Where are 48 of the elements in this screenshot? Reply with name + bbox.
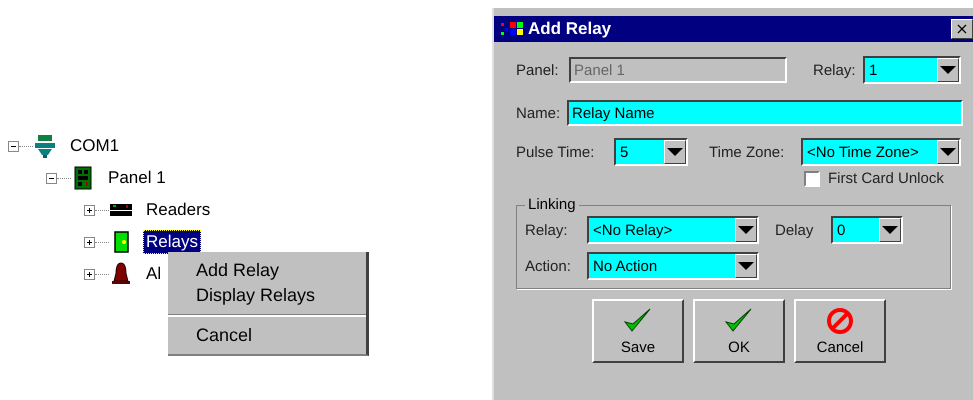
tree-item[interactable]: COM1	[67, 134, 122, 158]
dialog-button[interactable]: OK	[693, 299, 785, 363]
dropdown[interactable]: <No Time Zone>	[801, 138, 961, 166]
tree-item[interactable]: Relays	[143, 230, 201, 254]
menu-item[interactable]: Add Relay	[168, 258, 366, 283]
collapse-icon[interactable]	[46, 172, 57, 184]
group-title: Linking	[525, 196, 579, 213]
field-label: Time Zone:	[709, 144, 786, 160]
dropdown[interactable]: 5	[614, 138, 688, 166]
caret-icon	[880, 224, 900, 236]
dropdown[interactable]: <No Relay>	[587, 216, 759, 244]
field-label: Panel:	[516, 62, 560, 78]
dropdown[interactable]: 1	[863, 56, 961, 84]
menu-item[interactable]: Cancel	[168, 323, 366, 348]
bell-icon	[109, 262, 133, 286]
checkmark-icon	[623, 306, 653, 334]
field-label: Pulse Time:	[516, 144, 596, 160]
field-label: Delay	[775, 222, 814, 238]
tree-item[interactable]: Al	[143, 262, 164, 286]
window-title: Add Relay	[528, 19, 612, 39]
tree-item[interactable]: Panel 1	[105, 166, 169, 190]
text-field[interactable]: Relay Name	[567, 100, 963, 126]
caret-icon	[736, 260, 756, 272]
caret-icon	[665, 146, 685, 158]
tree-item[interactable]: Readers	[143, 198, 214, 222]
dropdown[interactable]: No Action	[587, 252, 759, 280]
caret-icon	[938, 64, 958, 76]
caret-icon	[938, 146, 958, 158]
field-label: Action:	[525, 258, 572, 274]
field-label: First Card Unlock	[828, 170, 944, 187]
checkmark-icon	[724, 306, 754, 334]
collapse-icon[interactable]	[8, 140, 19, 152]
expand-icon[interactable]	[84, 236, 95, 248]
app-icon	[500, 20, 526, 38]
checkbox[interactable]	[804, 170, 820, 186]
close-button[interactable]: ×	[951, 19, 973, 39]
field-label: Name:	[516, 104, 562, 122]
menu-item[interactable]: Display Relays	[168, 283, 366, 308]
dialog-button[interactable]: Cancel	[794, 299, 886, 363]
expand-icon[interactable]	[84, 268, 95, 280]
caret-icon	[736, 224, 756, 236]
expand-icon[interactable]	[84, 204, 95, 216]
field-label: Relay:	[813, 62, 857, 78]
prohibited-icon	[825, 306, 855, 334]
dialog-button[interactable]: Save	[592, 299, 684, 363]
connector-icon	[33, 134, 57, 158]
field-label: Relay:	[525, 222, 569, 238]
dropdown[interactable]: 0	[831, 216, 903, 244]
